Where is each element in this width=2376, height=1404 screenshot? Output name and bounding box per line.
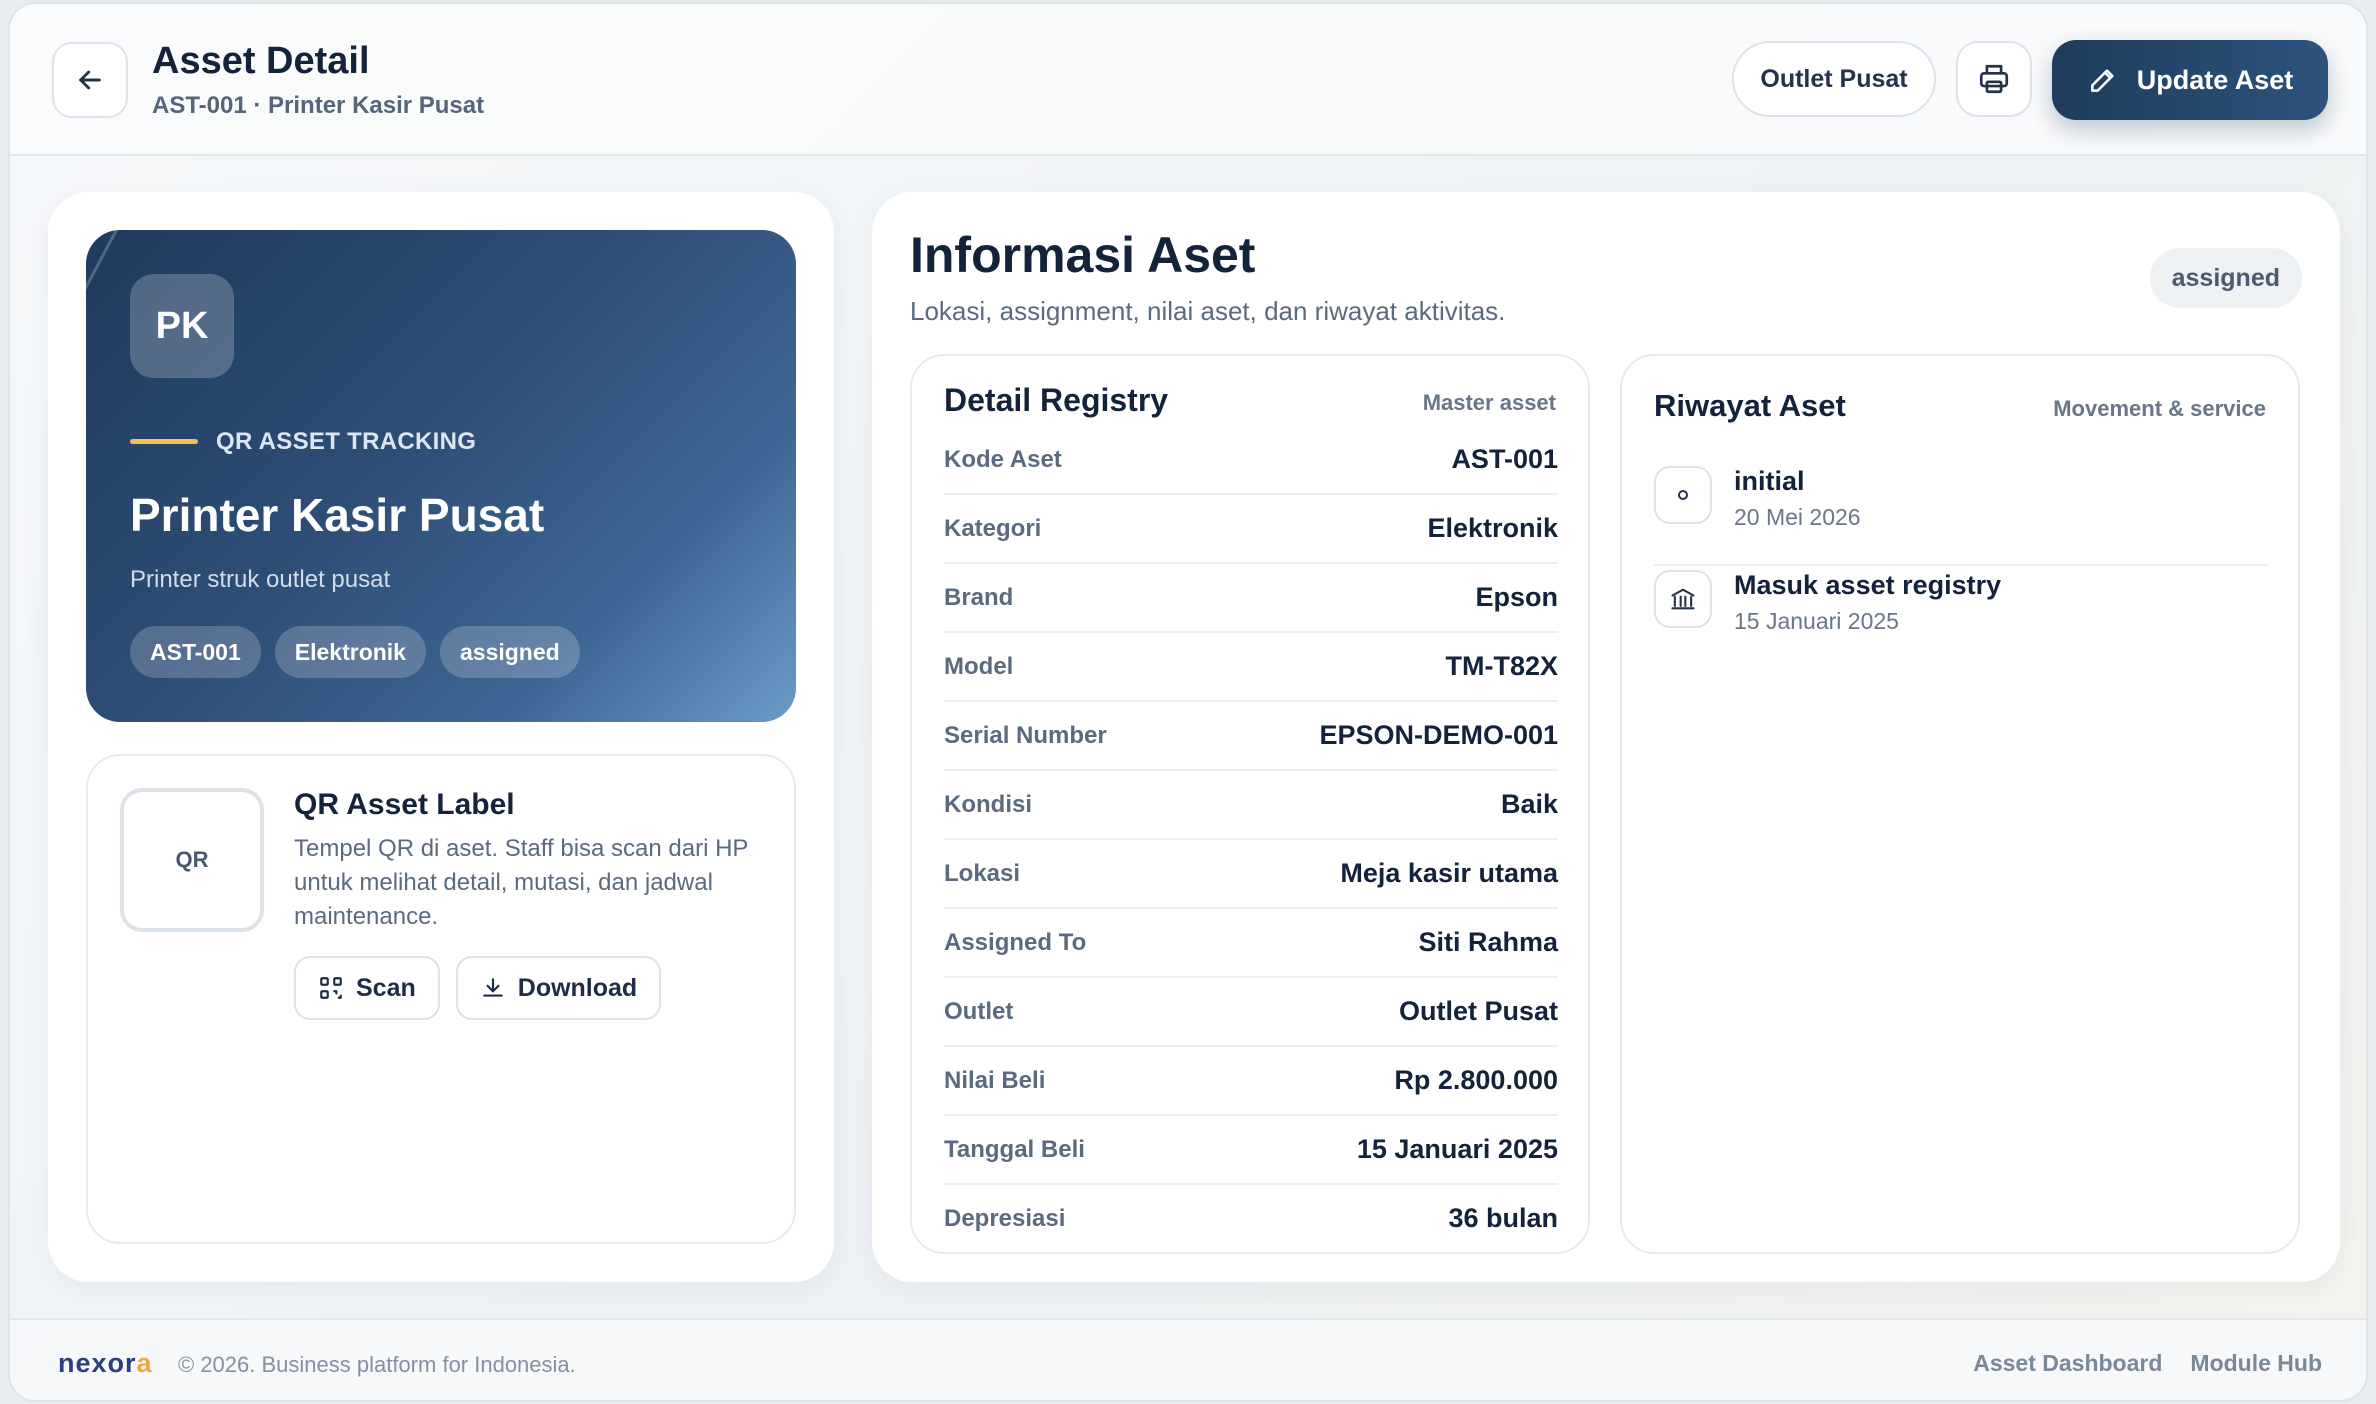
registry-label: Lokasi xyxy=(944,859,1021,887)
registry-title: Detail Registry xyxy=(944,382,1169,418)
back-button[interactable] xyxy=(52,42,128,118)
info-subtitle: Lokasi, assignment, nilai aset, dan riwa… xyxy=(910,296,1506,326)
pencil-icon xyxy=(2090,69,2114,92)
registry-label: Assigned To xyxy=(944,928,1087,956)
qr-actions: Scan Download xyxy=(294,956,662,1020)
footer-link-module-hub[interactable]: Module Hub xyxy=(2190,1350,2322,1377)
qr-label-description: Tempel QR di aset. Staff bisa scan dari … xyxy=(294,835,748,930)
asset-history-panel: Riwayat Aset Movement & service initial … xyxy=(1620,354,2300,1254)
chip-status: assigned xyxy=(439,626,580,678)
registry-row: Depresiasi 36 bulan xyxy=(944,1185,1558,1252)
registry-label: Brand xyxy=(944,583,1014,611)
page-header: Asset Detail AST-001 · Printer Kasir Pus… xyxy=(10,4,2366,156)
registry-row: Lokasi Meja kasir utama xyxy=(944,840,1558,909)
history-item-name: initial xyxy=(1734,466,1805,496)
registry-row: Tanggal Beli 15 Januari 2025 xyxy=(944,1116,1558,1185)
registry-value: AST-001 xyxy=(1451,444,1558,474)
registry-value: Siti Rahma xyxy=(1418,927,1558,957)
qr-label-card: QR QR Asset Label Tempel QR di aset. Sta… xyxy=(86,754,796,1244)
kicker-accent-line xyxy=(130,439,198,444)
arrow-left-icon xyxy=(79,70,101,90)
copyright-text: © 2026. Business platform for Indonesia. xyxy=(178,1352,576,1377)
registry-label: Depresiasi xyxy=(944,1204,1066,1232)
qr-code-placeholder: QR xyxy=(120,788,264,932)
info-title: Informasi Aset xyxy=(910,227,1256,283)
printer-icon xyxy=(1979,64,2009,94)
asset-description: Printer struk outlet pusat xyxy=(130,566,391,593)
registry-row: Kondisi Baik xyxy=(944,771,1558,840)
registry-row: Nilai Beli Rp 2.800.000 xyxy=(944,1047,1558,1116)
logo-main: nexor xyxy=(58,1348,137,1378)
chip-category: Elektronik xyxy=(274,626,426,678)
registry-row: Model TM-T82X xyxy=(944,633,1558,702)
qr-label-title: QR Asset Label xyxy=(294,788,515,821)
asset-summary-card: PK QR ASSET TRACKING Printer Kasir Pusat… xyxy=(48,192,834,1282)
app-window: Asset Detail AST-001 · Printer Kasir Pus… xyxy=(8,2,2368,1402)
history-item-name: Masuk asset registry xyxy=(1734,570,2002,600)
building-icon xyxy=(1654,570,1712,628)
registry-label: Outlet xyxy=(944,997,1014,1025)
asset-chips: AST-001 Elektronik assigned xyxy=(130,626,580,678)
hero-kicker: QR ASSET TRACKING xyxy=(216,428,477,455)
update-asset-button[interactable]: Update Aset xyxy=(2052,40,2328,120)
registry-label: Serial Number xyxy=(944,721,1107,749)
registry-row: Outlet Outlet Pusat xyxy=(944,978,1558,1047)
detail-registry-panel: Detail Registry Master asset Kode Aset AS… xyxy=(910,354,1590,1254)
page-title: Asset Detail xyxy=(152,40,370,82)
registry-value: Elektronik xyxy=(1427,513,1558,543)
registry-row: Kategori Elektronik xyxy=(944,495,1558,564)
asset-avatar: PK xyxy=(130,274,234,378)
registry-value: EPSON-DEMO-001 xyxy=(1319,720,1558,750)
logo-accent: a xyxy=(136,1348,153,1378)
history-item[interactable]: initial 20 Mei 2026 xyxy=(1654,462,2268,566)
registry-rows: Kode Aset AST-001 Kategori Elektronik Bran… xyxy=(944,426,1558,1252)
registry-value: Meja kasir utama xyxy=(1340,858,1558,888)
asset-hero: PK QR ASSET TRACKING Printer Kasir Pusat… xyxy=(86,230,796,722)
outlet-selector-button[interactable]: Outlet Pusat xyxy=(1732,41,1936,117)
qr-scan-icon xyxy=(320,977,342,999)
footer-link-asset-dashboard[interactable]: Asset Dashboard xyxy=(1973,1350,2162,1377)
download-button[interactable]: Download xyxy=(455,956,662,1020)
asset-info-card: Informasi Aset Lokasi, assignment, nilai… xyxy=(872,192,2340,1282)
registry-row: Serial Number EPSON-DEMO-001 xyxy=(944,702,1558,771)
status-badge: assigned xyxy=(2149,248,2302,308)
registry-value: Baik xyxy=(1500,789,1558,819)
history-item-date: 15 Januari 2025 xyxy=(1734,608,1899,634)
registry-value: Outlet Pusat xyxy=(1398,996,1558,1026)
registry-row: Brand Epson xyxy=(944,564,1558,633)
history-item[interactable]: Masuk asset registry 15 Januari 2025 xyxy=(1654,566,2268,670)
registry-row: Assigned To Siti Rahma xyxy=(944,909,1558,978)
nexora-logo[interactable]: nexora xyxy=(58,1348,153,1379)
download-icon xyxy=(483,978,503,997)
registry-value: TM-T82X xyxy=(1445,651,1558,681)
update-asset-label: Update Aset xyxy=(2136,64,2294,95)
history-item-date: 20 Mei 2026 xyxy=(1734,504,1861,530)
scan-button[interactable]: Scan xyxy=(294,956,440,1020)
registry-label: Nilai Beli xyxy=(944,1066,1046,1094)
history-title: Riwayat Aset xyxy=(1654,388,1846,423)
history-list: initial 20 Mei 2026 Masuk asset registry… xyxy=(1654,462,2268,670)
history-tag: Movement & service xyxy=(2053,396,2266,421)
download-label: Download xyxy=(517,973,638,1002)
footer-links: Asset Dashboard Module Hub xyxy=(1973,1350,2322,1377)
registry-label: Kode Aset xyxy=(944,445,1062,473)
registry-label: Tanggal Beli xyxy=(944,1135,1085,1163)
chip-asset-code: AST-001 xyxy=(130,626,261,678)
registry-value: Rp 2.800.000 xyxy=(1394,1065,1558,1095)
registry-tag: Master asset xyxy=(1422,390,1556,415)
registry-label: Kategori xyxy=(944,514,1042,542)
registry-value: 36 bulan xyxy=(1448,1203,1558,1233)
page-subtitle: AST-001 · Printer Kasir Pusat xyxy=(152,92,485,119)
registry-row: Kode Aset AST-001 xyxy=(944,426,1558,495)
scan-label: Scan xyxy=(356,973,416,1002)
registry-value: 15 Januari 2025 xyxy=(1356,1134,1558,1164)
circle-icon xyxy=(1654,466,1712,524)
registry-label: Kondisi xyxy=(944,790,1032,818)
registry-value: Epson xyxy=(1475,582,1558,612)
print-button[interactable] xyxy=(1956,41,2032,117)
asset-name: Printer Kasir Pusat xyxy=(130,489,545,541)
registry-label: Model xyxy=(944,652,1014,680)
page-footer: nexora © 2026. Business platform for Ind… xyxy=(10,1318,2366,1400)
